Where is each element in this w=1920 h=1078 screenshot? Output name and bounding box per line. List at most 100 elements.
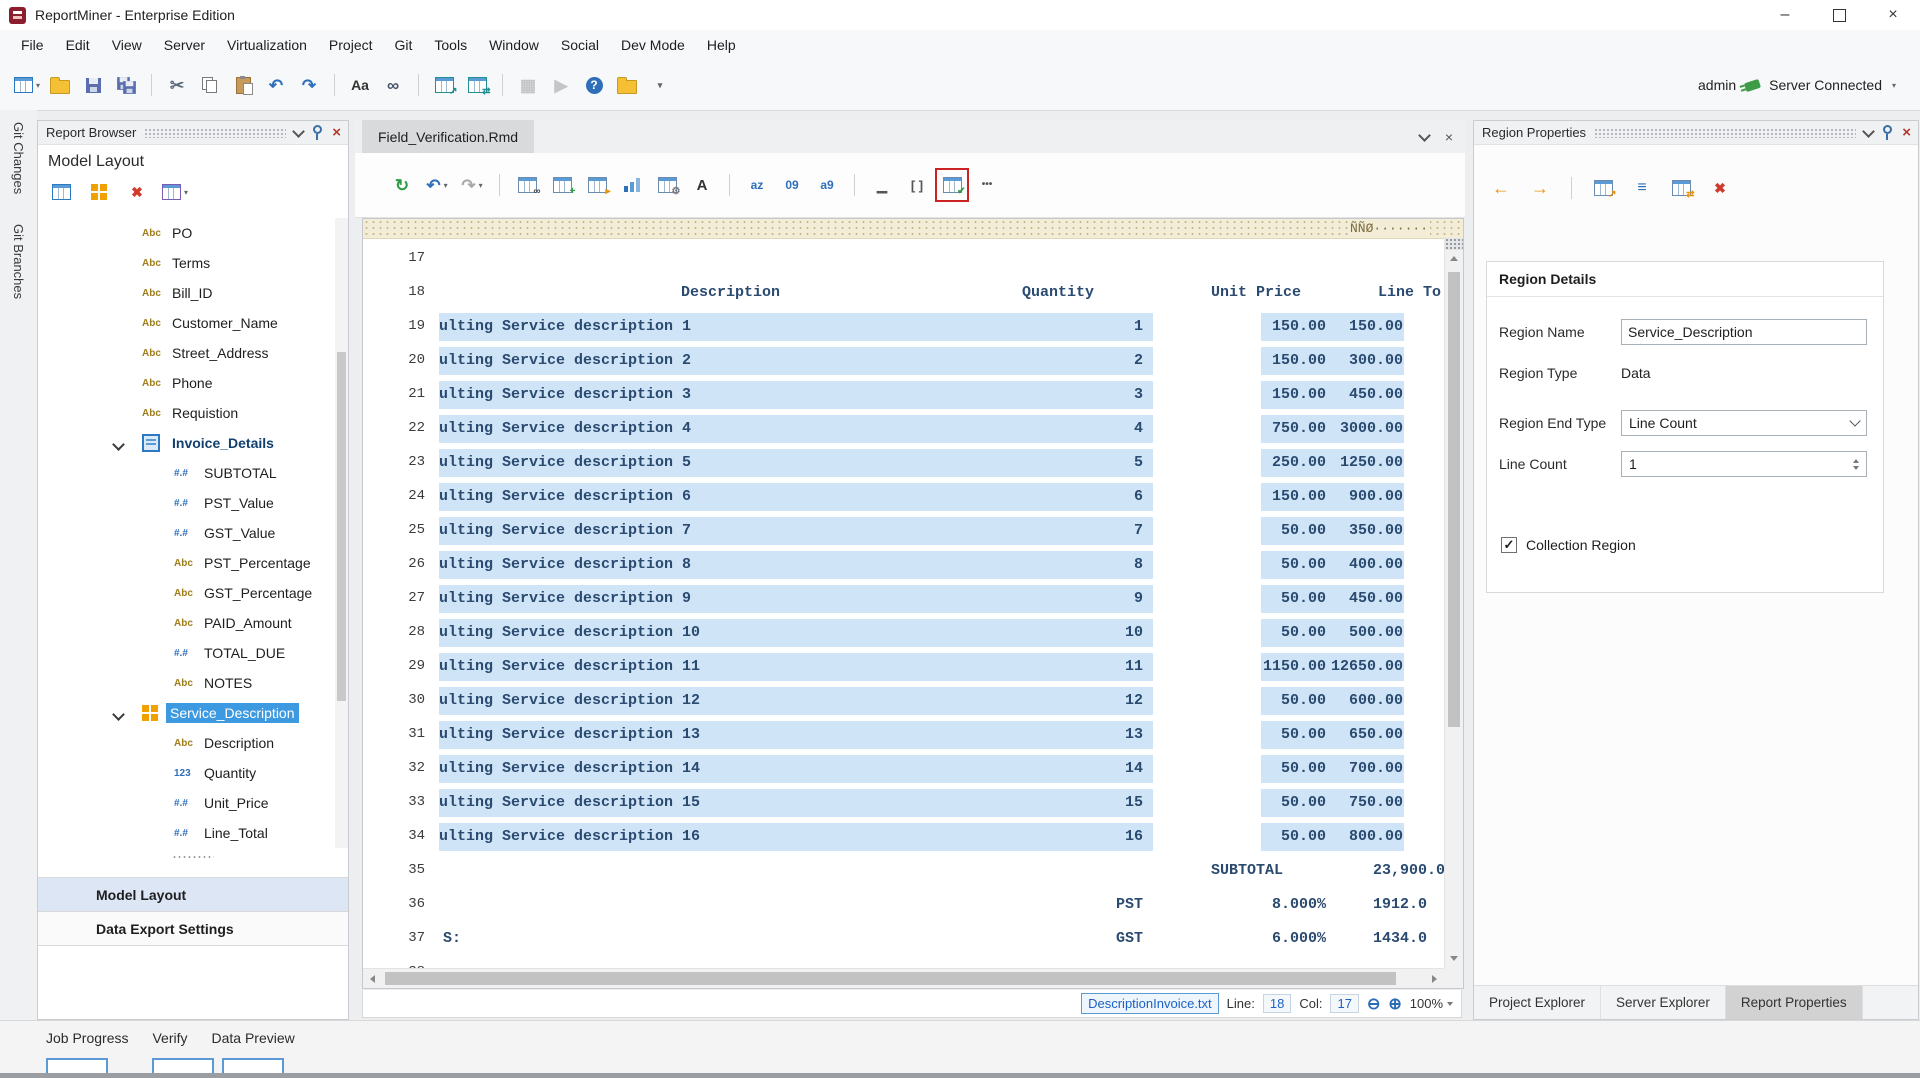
region-name-input[interactable] <box>1621 319 1867 345</box>
convert-region-type-button[interactable]: ⇄ <box>1668 175 1694 201</box>
dock-item-job-progress[interactable]: Job Progress <box>46 1030 128 1046</box>
next-region-button[interactable]: → <box>1527 175 1553 201</box>
field-quantity[interactable]: 9 <box>1134 590 1143 607</box>
report-line-19[interactable]: 19ulting Service description 11150.00150… <box>363 310 1463 344</box>
field-line-total[interactable]: 300.00 <box>1349 352 1403 369</box>
field-line-total[interactable]: 450.00 <box>1349 386 1403 403</box>
tree-scrollbar-thumb[interactable] <box>337 352 346 701</box>
field-unit-price[interactable]: 150.00 <box>1272 318 1326 335</box>
field-description[interactable]: ulting Service description 10 <box>439 624 700 641</box>
field-quantity[interactable]: 8 <box>1134 556 1143 573</box>
field-quantity[interactable]: 6 <box>1134 488 1143 505</box>
add-data-region-button[interactable] <box>48 179 74 205</box>
tree-item-phone[interactable]: AbcPhone <box>38 368 348 398</box>
field-line-total[interactable]: 1250.00 <box>1340 454 1403 471</box>
report-line-27[interactable]: 27ulting Service description 9950.00450.… <box>363 582 1463 616</box>
field-quantity[interactable]: 2 <box>1134 352 1143 369</box>
field-statistics-button[interactable] <box>619 172 645 198</box>
field-quantity[interactable]: 12 <box>1125 692 1143 709</box>
field-description[interactable]: ulting Service description 16 <box>439 828 700 845</box>
deploy-disabled-button[interactable]: ▶ <box>548 72 574 98</box>
spin-up-icon[interactable] <box>1853 459 1859 463</box>
refresh-document-button[interactable]: ↻ <box>389 172 415 198</box>
scroll-up-button[interactable] <box>1445 250 1463 266</box>
undo-edit-button[interactable]: ↶▾ <box>424 172 450 198</box>
field-quantity[interactable]: 7 <box>1134 522 1143 539</box>
tree-item-pst-value[interactable]: #.#PST_Value <box>38 488 348 518</box>
tree-item-customer-name[interactable]: AbcCustomer_Name <box>38 308 348 338</box>
report-line-25[interactable]: 25ulting Service description 7750.00350.… <box>363 514 1463 548</box>
scroll-left-button[interactable] <box>363 969 382 988</box>
paste-button[interactable] <box>230 72 256 98</box>
field-description[interactable]: ulting Service description 8 <box>439 556 691 573</box>
horizontal-scroll-thumb[interactable] <box>385 972 1396 985</box>
tree-item-gst-percentage[interactable]: AbcGST_Percentage <box>38 578 348 608</box>
redo-edit-button[interactable]: ↷▾ <box>459 172 485 198</box>
field-line-total[interactable]: 400.00 <box>1349 556 1403 573</box>
field-description[interactable]: ulting Service description 4 <box>439 420 691 437</box>
field-unit-price[interactable]: 150.00 <box>1272 386 1326 403</box>
delete-region-button[interactable]: ✖ <box>1707 175 1733 201</box>
field-description[interactable]: ulting Service description 1 <box>439 318 691 335</box>
tree-item-street-address[interactable]: AbcStreet_Address <box>38 338 348 368</box>
zoom-level-select[interactable]: 100% <box>1410 996 1453 1011</box>
field-quantity[interactable]: 16 <box>1125 828 1143 845</box>
field-quantity[interactable]: 13 <box>1125 726 1143 743</box>
field-quantity[interactable]: 15 <box>1125 794 1143 811</box>
toolbar-options-icon[interactable]: ▾ <box>1892 81 1896 90</box>
sort-alpha-button[interactable]: az <box>744 172 770 198</box>
find-button[interactable]: ∞ <box>380 72 406 98</box>
menu-server[interactable]: Server <box>153 30 216 60</box>
field-unit-price[interactable]: 50.00 <box>1281 624 1326 641</box>
field-quantity[interactable]: 11 <box>1125 658 1143 675</box>
field-quantity[interactable]: 14 <box>1125 760 1143 777</box>
menu-view[interactable]: View <box>101 30 153 60</box>
field-unit-price[interactable]: 50.00 <box>1281 590 1326 607</box>
goto-source-button[interactable]: ↗ <box>1590 175 1616 201</box>
maximize-button[interactable] <box>1812 0 1866 30</box>
field-unit-price[interactable]: 250.00 <box>1272 454 1326 471</box>
report-line-33[interactable]: 33ulting Service description 151550.0075… <box>363 786 1463 820</box>
field-quantity[interactable]: 3 <box>1134 386 1143 403</box>
field-unit-price[interactable]: 50.00 <box>1281 726 1326 743</box>
split-handle[interactable] <box>1445 238 1463 250</box>
menu-social[interactable]: Social <box>550 30 610 60</box>
font-settings-button[interactable]: Aa <box>347 72 373 98</box>
menu-project[interactable]: Project <box>318 30 384 60</box>
menu-window[interactable]: Window <box>478 30 550 60</box>
field-description[interactable]: ulting Service description 7 <box>439 522 691 539</box>
field-description[interactable]: ulting Service description 12 <box>439 692 700 709</box>
panel-splitter[interactable] <box>38 850 348 864</box>
report-line-29[interactable]: 29ulting Service description 11111150.00… <box>363 650 1463 684</box>
field-unit-price[interactable]: 50.00 <box>1281 828 1326 845</box>
virtual-join-button[interactable]: ⇄ <box>464 72 490 98</box>
open-file-button[interactable] <box>47 72 73 98</box>
help-docs-button[interactable]: ? <box>581 72 607 98</box>
copy-button[interactable] <box>197 72 223 98</box>
report-line-30[interactable]: 30ulting Service description 121250.0060… <box>363 684 1463 718</box>
menu-git[interactable]: Git <box>384 30 424 60</box>
vertical-scrollbar[interactable] <box>1444 238 1463 968</box>
project-folder-button[interactable] <box>614 72 640 98</box>
browser-tab-model-layout[interactable]: Model Layout <box>38 877 348 911</box>
tree-item-gst-value[interactable]: #.#GST_Value <box>38 518 348 548</box>
save-button[interactable] <box>80 72 106 98</box>
field-unit-price[interactable]: 50.00 <box>1281 794 1326 811</box>
field-description[interactable]: ulting Service description 6 <box>439 488 691 505</box>
document-tab[interactable]: Field_Verification.Rmd <box>362 120 534 153</box>
pin-icon[interactable] <box>313 125 322 134</box>
field-unit-price[interactable]: 50.00 <box>1281 760 1326 777</box>
field-quantity[interactable]: 10 <box>1125 624 1143 641</box>
field-unit-price[interactable]: 750.00 <box>1272 420 1326 437</box>
field-quantity[interactable]: 1 <box>1134 318 1143 335</box>
tree-item-invoice-details[interactable]: Invoice_Details <box>38 428 348 458</box>
menu-help[interactable]: Help <box>696 30 747 60</box>
field-description[interactable]: ulting Service description 9 <box>439 590 691 607</box>
tree-item-terms[interactable]: AbcTerms <box>38 248 348 278</box>
zoom-in-button[interactable]: ⊕ <box>1388 994 1401 1014</box>
scroll-down-button[interactable] <box>1445 950 1463 966</box>
scroll-right-button[interactable] <box>1425 969 1444 988</box>
minimize-button[interactable]: – <box>1758 0 1812 30</box>
tree-item-quantity[interactable]: 123Quantity <box>38 758 348 788</box>
report-line-21[interactable]: 21ulting Service description 33150.00450… <box>363 378 1463 412</box>
